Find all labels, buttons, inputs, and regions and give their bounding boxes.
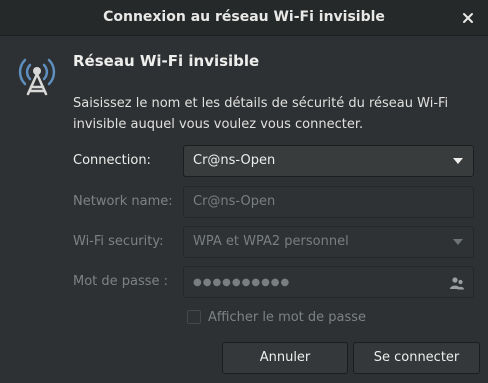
chevron-down-icon — [453, 239, 463, 245]
connect-button[interactable]: Se connecter — [353, 342, 480, 374]
wifi-security-value: WPA et WPA2 personnel — [193, 234, 349, 249]
show-password-checkbox[interactable] — [187, 310, 201, 324]
network-name-value: Cr@ns-Open — [193, 194, 276, 209]
wifi-tower-icon — [18, 58, 56, 96]
connection-combo[interactable]: Cr@ns-Open — [183, 145, 474, 177]
chevron-down-icon — [453, 158, 463, 164]
show-password-label: Afficher le mot de passe — [208, 309, 367, 325]
close-button[interactable] — [456, 6, 480, 30]
window-title: Connexion au réseau Wi-Fi invisible — [103, 9, 385, 25]
connection-label: Connection: — [73, 153, 151, 168]
connection-value: Cr@ns-Open — [193, 153, 276, 168]
close-icon — [463, 13, 473, 23]
dialog-description: Saisissez le nom et les détails de sécur… — [73, 96, 449, 132]
dialog-window: Connexion au réseau Wi-Fi invisible Rése… — [0, 0, 488, 383]
password-value: ●●●●●●●●●● — [193, 277, 291, 288]
cancel-button[interactable]: Annuler — [222, 342, 348, 374]
wifi-security-label: Wi-Fi security: — [73, 234, 164, 249]
show-password-row[interactable]: Afficher le mot de passe — [187, 308, 366, 326]
dialog-heading: Réseau Wi-Fi invisible — [73, 52, 260, 70]
titlebar: Connexion au réseau Wi-Fi invisible — [0, 0, 488, 36]
wifi-security-combo[interactable]: WPA et WPA2 personnel — [183, 226, 474, 258]
password-field[interactable]: ●●●●●●●●●● — [183, 266, 474, 298]
network-name-label: Network name: — [73, 194, 173, 209]
password-label: Mot de passe : — [73, 274, 169, 289]
network-name-field[interactable]: Cr@ns-Open — [183, 186, 474, 218]
users-icon[interactable] — [449, 275, 465, 291]
